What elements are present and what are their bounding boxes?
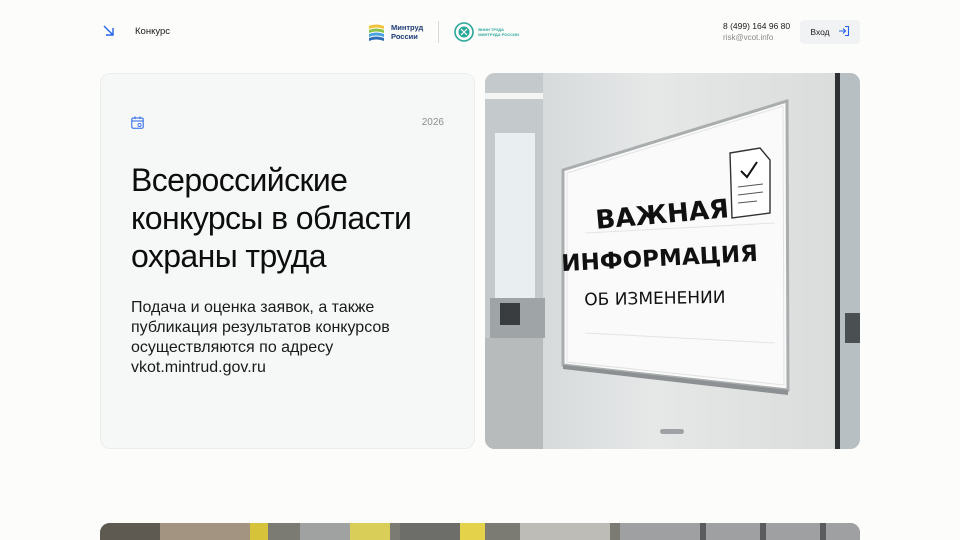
phone-link[interactable]: 8 (499) 164 96 80 xyxy=(723,21,790,32)
slider-indicator[interactable] xyxy=(660,429,684,434)
logos-group: Минтруд России ВНИИ ТРУДА МИНТРУДА РОССИ… xyxy=(368,18,519,46)
mintrud-logo-line1: Минтруд xyxy=(391,23,424,32)
hero-description: Подача и оценка заявок, а также публикац… xyxy=(131,299,390,376)
hero-image: ВАЖНАЯ ИНФОРМАЦИЯ ОБ ИЗМЕНЕНИИ xyxy=(485,73,860,449)
login-label: Вход xyxy=(810,27,830,37)
year-label: 2026 xyxy=(421,117,444,128)
arrow-down-right-icon[interactable] xyxy=(102,24,116,38)
logo-divider xyxy=(438,21,440,43)
calendar-icon xyxy=(131,116,144,129)
page-title: Всероссийские конкурсы в области охраны … xyxy=(131,162,412,274)
sign-text-line3: ОБ ИЗМЕНЕНИИ xyxy=(584,288,726,310)
login-button[interactable]: Вход xyxy=(800,20,860,44)
mintrud-emblem-icon xyxy=(368,22,385,42)
vcot-emblem-icon xyxy=(454,22,475,42)
site-header: Конкурс Минтруд России ВНИИ ТРУДА МИНТРУ… xyxy=(0,0,960,64)
vcot-logo-line2: МИНТРУДА РОССИИ xyxy=(478,32,519,37)
vcot-logo[interactable]: ВНИИ ТРУДА МИНТРУДА РОССИИ xyxy=(454,22,519,42)
mintrud-logo[interactable]: Минтруд России xyxy=(368,22,423,42)
login-icon xyxy=(838,25,850,39)
hero-card: 2026 Всероссийские конкурсы в области ох… xyxy=(100,73,475,449)
mintrud-logo-line2: России xyxy=(391,32,418,41)
contacts: 8 (499) 164 96 80 risk@vcot.info xyxy=(723,21,790,44)
section-image xyxy=(100,523,860,540)
nav-link-contest[interactable]: Конкурс xyxy=(135,26,170,37)
email-link[interactable]: risk@vcot.info xyxy=(723,32,790,44)
